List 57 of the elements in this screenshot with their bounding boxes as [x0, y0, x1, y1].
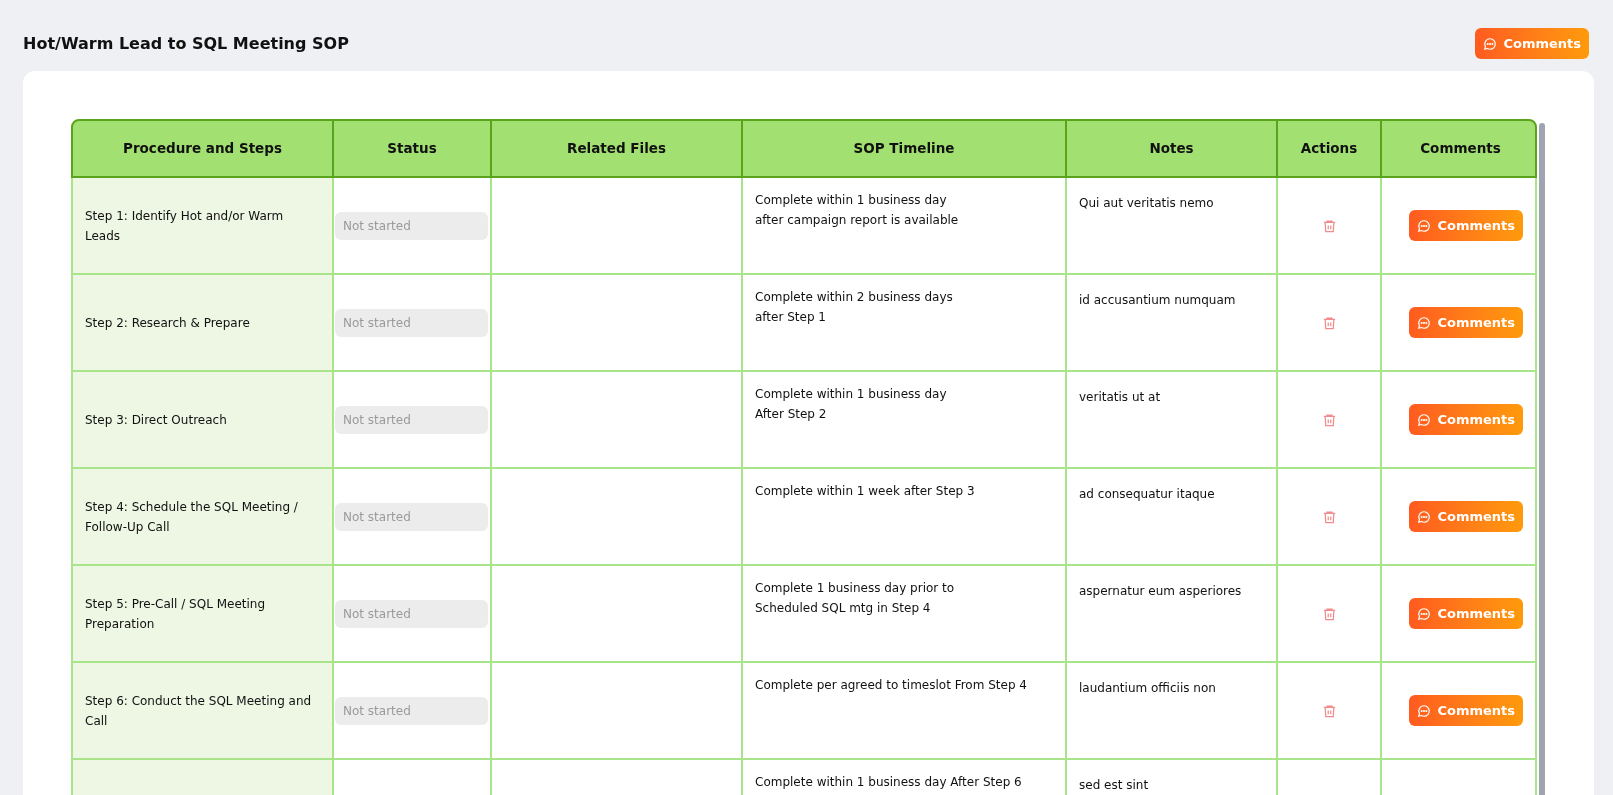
step-cell: Step 6: Conduct the SQL Meeting and Call [73, 663, 332, 758]
timeline-text: After Step 2 [755, 406, 828, 423]
notes-text: Qui aut veritatis nemo [1079, 196, 1214, 210]
notes-text: laudantium officiis non [1079, 681, 1216, 695]
notes-text: id accusantium numquam [1079, 293, 1236, 307]
chat-bubble-icon [1417, 703, 1432, 718]
comments-button[interactable]: Comments [1409, 404, 1523, 435]
comments-button[interactable]: Comments [1409, 501, 1523, 532]
timeline-text: Scheduled SQL mtg in Step 4 [755, 600, 932, 617]
delete-icon[interactable] [1321, 508, 1337, 525]
delete-icon[interactable] [1321, 217, 1337, 234]
column-header: SOP Timeline [741, 121, 1065, 176]
chat-bubble-icon [1417, 315, 1432, 330]
delete-icon[interactable] [1321, 605, 1337, 622]
status-field[interactable]: Not started [335, 599, 488, 628]
comments-button[interactable]: Comments [1409, 598, 1523, 629]
notes-text: ad consequatur itaque [1079, 487, 1215, 501]
timeline-text: Complete 1 business day prior to [755, 580, 956, 597]
chat-bubble-icon [1417, 606, 1432, 621]
step-cell: Step 2: Research & Prepare [73, 275, 332, 370]
comments-button[interactable]: Comments [1409, 695, 1523, 726]
chat-bubble-icon [1417, 218, 1432, 233]
status-field[interactable]: Not started [335, 308, 488, 337]
timeline-text: Complete within 2 business days [755, 289, 954, 306]
page-title: Hot/Warm Lead to SQL Meeting SOP [23, 32, 349, 55]
notes-text: sed est sint [1079, 778, 1149, 792]
timeline-text: Complete within 1 business day [755, 192, 948, 209]
notes-text: aspernatur eum asperiores [1079, 584, 1242, 598]
column-header: Notes [1065, 121, 1276, 176]
comments-button[interactable]: Comments [1409, 210, 1523, 241]
comments-button[interactable]: Comments [1409, 307, 1523, 338]
status-field[interactable]: Not started [335, 696, 488, 725]
step-cell: Step 4: Schedule the SQL Meeting / Follow-Up Call [73, 469, 332, 564]
chat-bubble-icon [1483, 36, 1498, 51]
column-header: Procedure and Steps [122, 139, 283, 159]
column-header: Actions [1276, 121, 1380, 176]
timeline-text: Complete within 1 business day [755, 386, 948, 403]
status-field[interactable]: Not started [335, 502, 488, 531]
delete-icon[interactable] [1321, 702, 1337, 719]
chat-bubble-icon [1417, 509, 1432, 524]
timeline-text: after Step 1 [755, 309, 827, 326]
timeline-text: Complete within 1 business day After Step 6 [755, 774, 1023, 791]
timeline-text: Complete per agreed to timeslot From Step 4 [755, 677, 1028, 694]
column-header: Related Files [490, 121, 741, 176]
delete-icon[interactable] [1321, 411, 1337, 428]
step-cell: Step 5: Pre-Call / SQL Meeting Preparation [73, 566, 332, 661]
status-field[interactable]: Not started [335, 211, 488, 240]
notes-text: veritatis ut at [1079, 390, 1161, 404]
timeline-text: after campaign report is available [755, 212, 960, 229]
status-field[interactable]: Not started [335, 405, 488, 434]
delete-icon[interactable] [1321, 314, 1337, 331]
chat-bubble-icon [1417, 412, 1432, 427]
step-cell: Step 1: Identify Hot and/or Warm Leads [73, 178, 332, 273]
comments-button[interactable]: Comments [1475, 28, 1589, 59]
column-header: Status [332, 121, 490, 176]
step-cell: Step 3: Direct Outreach [73, 372, 332, 467]
timeline-text: Complete within 1 week after Step 3 [755, 483, 976, 500]
